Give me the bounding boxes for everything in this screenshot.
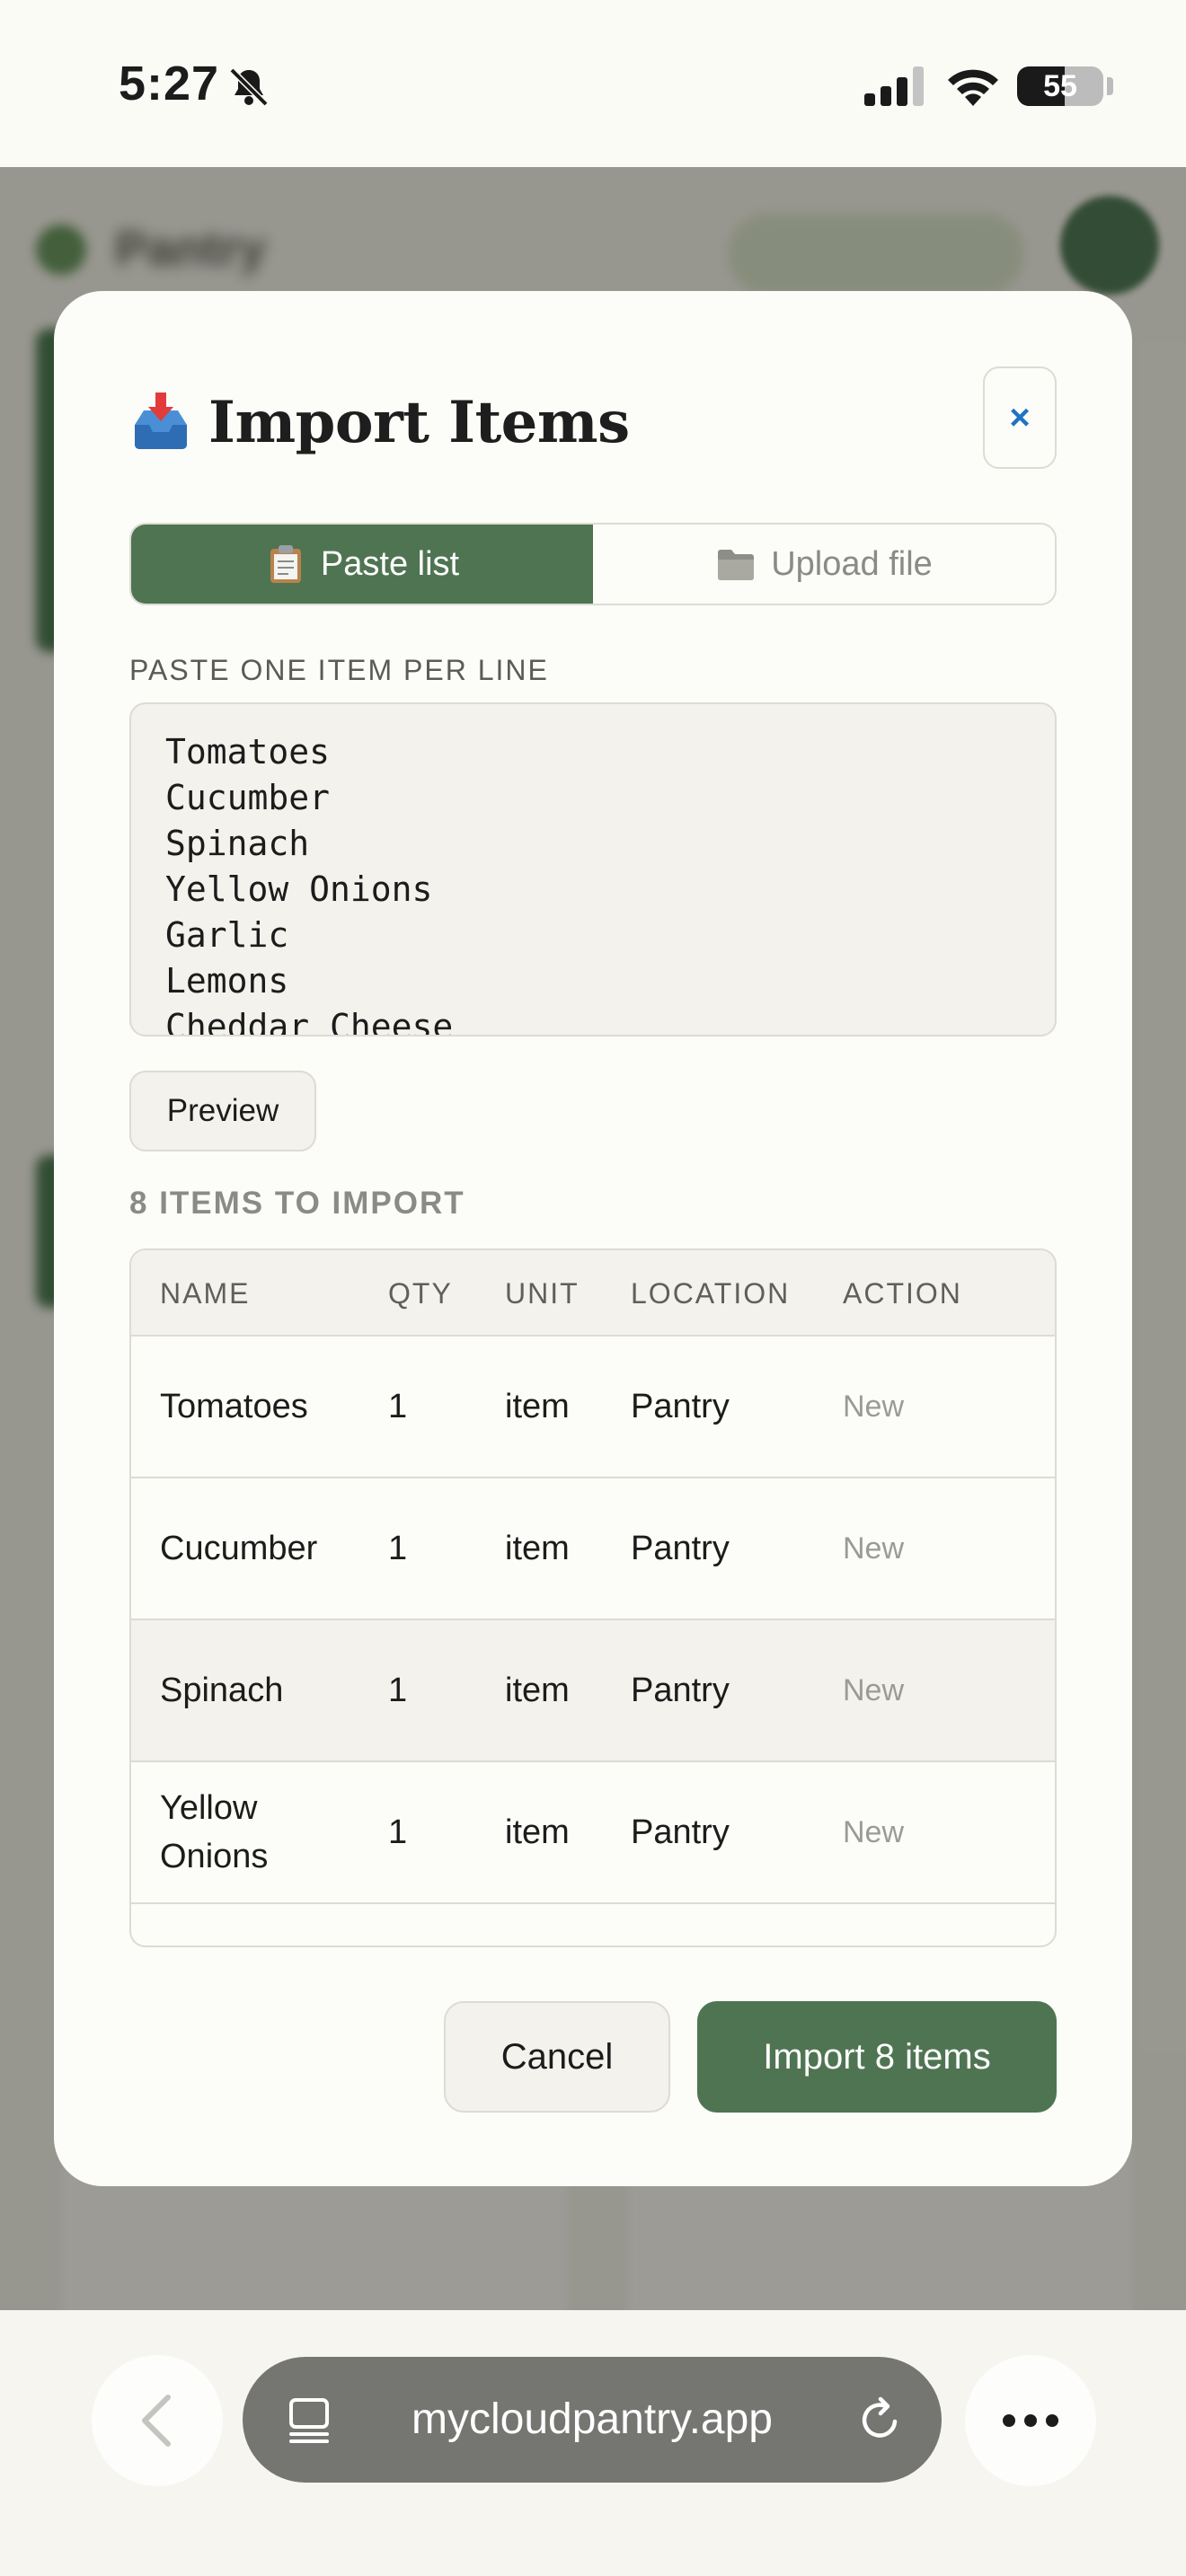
close-button[interactable]: ×	[983, 366, 1057, 469]
tab-upload-file-label: Upload file	[771, 544, 933, 583]
back-chevron-icon	[142, 2395, 171, 2447]
cell-location: Pantry	[631, 1672, 730, 1709]
cell-qty: 1	[388, 1388, 408, 1425]
table-row: Spinach 1 item Pantry New ›	[131, 1620, 1055, 1762]
table-row	[131, 1904, 1055, 1945]
tab-paste-list[interactable]: Paste list	[131, 525, 593, 604]
table-row: Tomatoes 1 item Pantry New ›	[131, 1337, 1055, 1478]
cell-qty: 1	[388, 1672, 408, 1709]
cell-location: Pantry	[631, 1388, 730, 1425]
cell-action: New	[843, 1531, 905, 1566]
battery-tip	[1107, 77, 1113, 95]
paste-line: Tomatoes	[165, 732, 331, 772]
cell-unit: item	[505, 1672, 570, 1709]
modal-title: Import Items	[208, 388, 630, 456]
clipboard-icon	[270, 545, 301, 583]
browser-toolbar: mycloudpantry.app	[0, 2310, 1186, 2576]
cell-unit: item	[505, 1813, 570, 1851]
paste-textarea[interactable]: Tomatoes Cucumber Spinach Yellow Onions …	[129, 702, 1057, 1037]
paste-field-label: PASTE ONE ITEM PER LINE	[129, 654, 549, 686]
import-items-button[interactable]: Import 8 items	[697, 2001, 1057, 2113]
more-icon-dot	[1046, 2414, 1058, 2427]
battery-level: 55	[1043, 69, 1077, 103]
cell-location: Pantry	[631, 1813, 730, 1851]
back-button[interactable]	[92, 2355, 223, 2486]
import-modal: Import Items × Paste list Upload file PA…	[54, 291, 1132, 2186]
tab-paste-list-label: Paste list	[320, 544, 460, 583]
paste-line: Yellow Onions	[165, 869, 433, 909]
column-header-qty: QTY	[388, 1277, 453, 1310]
items-count-label: 8 ITEMS TO IMPORT	[129, 1186, 465, 1221]
column-header-unit: UNIT	[505, 1277, 580, 1310]
bell-slash-icon	[229, 67, 269, 107]
paste-line: Garlic	[165, 915, 289, 955]
close-icon: ×	[1009, 397, 1031, 437]
wifi-icon	[948, 69, 998, 106]
reload-icon[interactable]	[855, 2395, 906, 2445]
url-text: mycloudpantry.app	[412, 2395, 773, 2443]
cell-unit: item	[505, 1388, 570, 1425]
cell-name: Cucumber	[160, 1530, 318, 1567]
cell-unit: item	[505, 1530, 570, 1567]
modal-header: Import Items	[129, 377, 630, 467]
address-bar[interactable]: mycloudpantry.app	[243, 2357, 942, 2483]
cellular-signal-icon	[864, 66, 924, 106]
cell-name: Spinach	[160, 1672, 284, 1709]
cell-action: New	[843, 1389, 905, 1424]
cell-action: New	[843, 1815, 905, 1849]
column-header-location: LOCATION	[631, 1277, 791, 1310]
battery-icon: 55	[1017, 66, 1103, 106]
import-mode-tabs: Paste list Upload file	[129, 523, 1057, 605]
paste-line: Spinach	[165, 824, 310, 863]
more-icon	[1003, 2414, 1015, 2427]
paste-line: Cucumber	[165, 778, 331, 817]
table-header: NAME QTY UNIT LOCATION ACTION	[131, 1250, 1055, 1337]
status-time: 5:27	[119, 57, 220, 110]
cell-name: Tomatoes	[160, 1388, 308, 1425]
table-row: Yellow Onions 1 item Pantry New ›	[131, 1762, 1055, 1904]
cell-location: Pantry	[631, 1530, 730, 1567]
cancel-button[interactable]: Cancel	[444, 2001, 670, 2113]
column-header-name: NAME	[160, 1277, 251, 1310]
paste-line: Cheddar Cheese	[165, 1007, 454, 1037]
tab-upload-file[interactable]: Upload file	[593, 525, 1055, 604]
cell-name: Yellow Onions	[160, 1789, 269, 1875]
paste-textarea-content: Tomatoes Cucumber Spinach Yellow Onions …	[165, 729, 454, 1037]
more-button[interactable]	[965, 2355, 1096, 2486]
table-row: Cucumber 1 item Pantry New ›	[131, 1478, 1055, 1620]
status-bar: 5:27 55	[0, 0, 1186, 167]
paste-line: Lemons	[165, 961, 289, 1001]
import-preview-table[interactable]: NAME QTY UNIT LOCATION ACTION Tomatoes 1…	[129, 1248, 1057, 1947]
preview-button[interactable]: Preview	[129, 1071, 316, 1151]
more-icon-dot	[1024, 2414, 1037, 2427]
cell-qty: 1	[388, 1813, 408, 1851]
column-header-action: ACTION	[843, 1277, 962, 1310]
inbox-tray-icon	[135, 393, 187, 449]
cell-action: New	[843, 1673, 905, 1707]
cell-qty: 1	[388, 1530, 408, 1567]
folder-icon	[718, 550, 755, 580]
